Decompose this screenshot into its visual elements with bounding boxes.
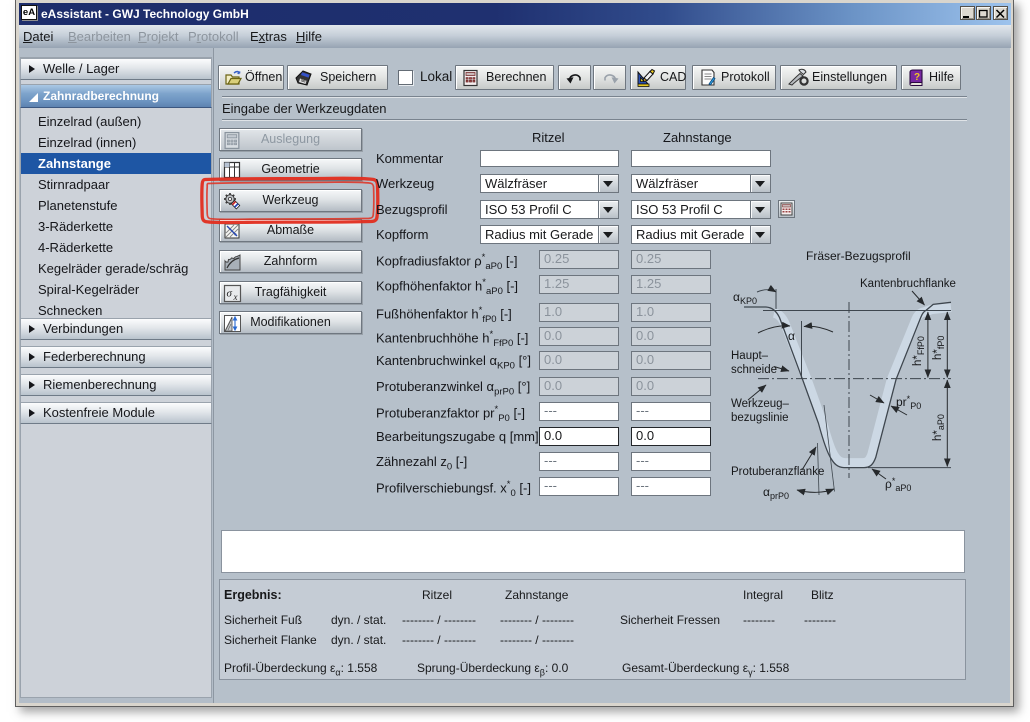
svg-text:Haupt–: Haupt– [731, 350, 769, 362]
svg-text:αKP0: αKP0 [733, 290, 757, 306]
svg-text:pr*P0: pr*P0 [896, 394, 921, 411]
svg-text:αprP0: αprP0 [763, 485, 789, 501]
svg-text:bezugslinie: bezugslinie [731, 412, 789, 424]
svg-text:Fräser-Bezugsprofil: Fräser-Bezugsprofil [806, 249, 911, 263]
svg-text:h*fP0: h*fP0 [932, 336, 946, 360]
svg-text:Werkzeug–: Werkzeug– [731, 398, 790, 410]
svg-text:x: x [233, 292, 238, 302]
svg-text:σ: σ [227, 288, 233, 300]
svg-text:Protuberanzflanke: Protuberanzflanke [731, 466, 824, 478]
svg-text:Kantenbruchflanke: Kantenbruchflanke [860, 278, 956, 290]
svg-text:h*FfP0: h*FfP0 [912, 336, 926, 366]
svg-text:h*aP0: h*aP0 [932, 414, 946, 441]
svg-text:α: α [788, 329, 795, 343]
svg-text:schneide: schneide [731, 364, 777, 376]
svg-text:?: ? [914, 72, 920, 83]
svg-text:ρ*aP0: ρ*aP0 [885, 476, 911, 493]
